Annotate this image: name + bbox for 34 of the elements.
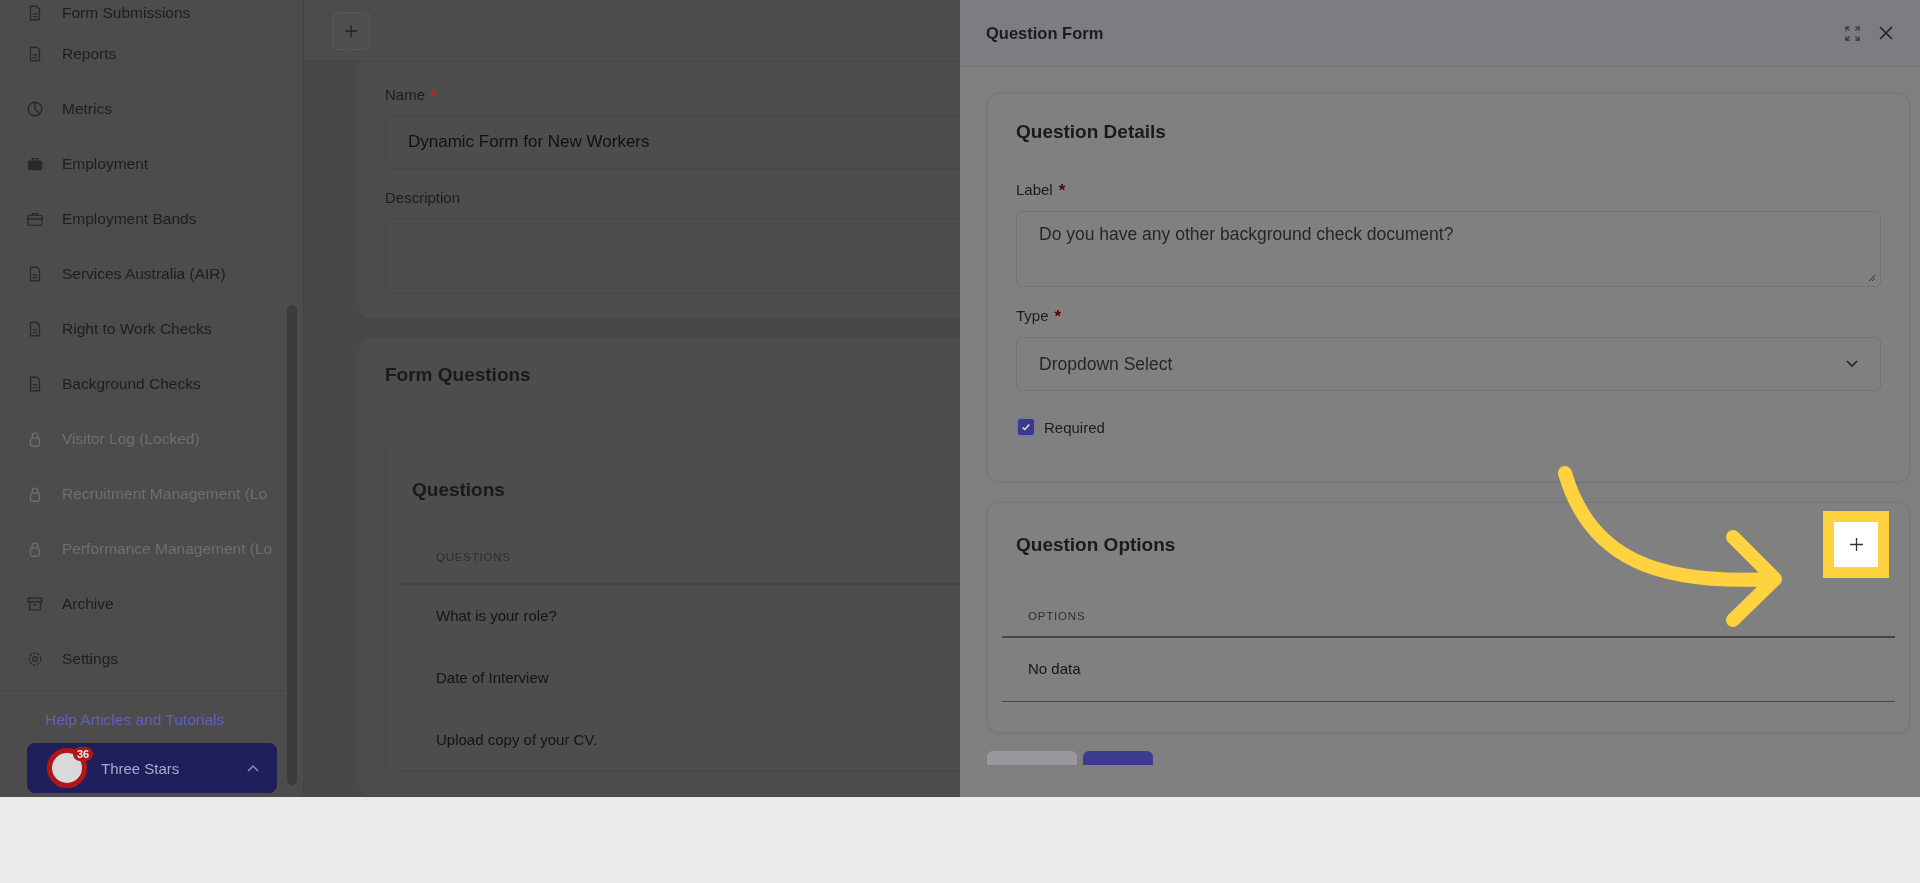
archive-icon — [26, 594, 44, 613]
required-mark: * — [1058, 181, 1066, 201]
settings-icon — [26, 649, 44, 668]
check-icon — [1021, 422, 1031, 432]
resize-handle-icon[interactable] — [1866, 272, 1876, 282]
close-icon[interactable] — [1878, 25, 1894, 41]
required-mark: * — [431, 86, 437, 103]
notification-badge: 36 — [73, 747, 94, 761]
expand-icon[interactable] — [1845, 25, 1860, 41]
plus-icon — [1848, 537, 1864, 552]
chevron-up-icon — [247, 764, 259, 772]
account-name: Three Stars — [101, 759, 180, 777]
empty-state-text: No data — [1002, 638, 1895, 702]
required-mark: * — [1054, 307, 1062, 327]
help-link[interactable]: Help Articles and Tutorials — [45, 711, 303, 729]
account-card[interactable]: 36 Three Stars — [27, 743, 277, 793]
add-button[interactable] — [332, 11, 370, 50]
required-checkbox[interactable] — [1016, 417, 1036, 437]
field-label: Label — [1016, 181, 1053, 200]
label-input[interactable]: Do you have any other background check document? — [1016, 211, 1881, 287]
save-button[interactable] — [1083, 751, 1153, 765]
chevron-down-icon — [1846, 360, 1858, 368]
drawer-title: Question Form — [986, 23, 1104, 43]
field-label: Type — [1016, 307, 1049, 326]
plus-icon — [344, 23, 358, 38]
type-select[interactable]: Dropdown Select — [1016, 337, 1881, 391]
checkbox-label: Required — [1044, 418, 1105, 436]
section-title: Question Options — [1016, 533, 1176, 556]
section-title: Question Details — [1016, 121, 1166, 143]
avatar — [47, 748, 87, 788]
add-option-button[interactable] — [1823, 511, 1889, 578]
pie-chart-icon — [26, 99, 44, 118]
column-header: OPTIONS — [1002, 578, 1895, 638]
cancel-button[interactable] — [987, 751, 1077, 765]
